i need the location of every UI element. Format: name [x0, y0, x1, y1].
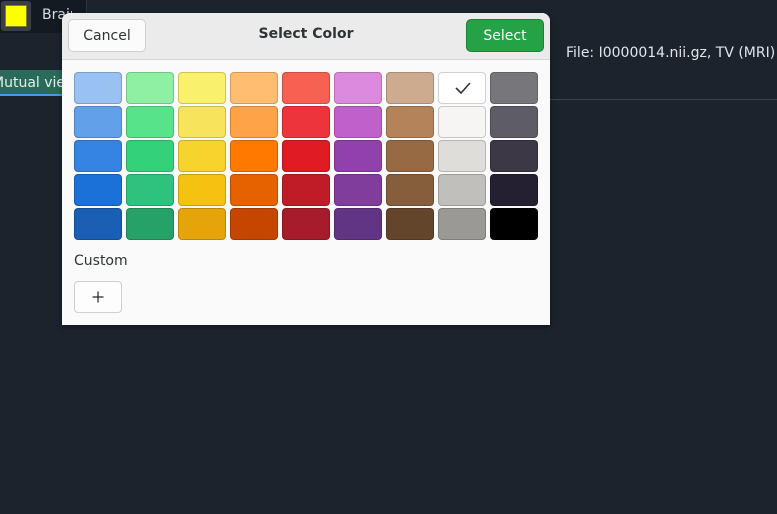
color-palette [74, 72, 538, 240]
color-swatch[interactable] [386, 106, 434, 138]
dialog-header: Cancel Select Color Select [62, 13, 550, 60]
color-swatch[interactable] [178, 140, 226, 172]
color-swatch[interactable] [74, 72, 122, 104]
tab-mutual-view[interactable]: Mutual view [0, 70, 64, 96]
color-swatch[interactable] [438, 174, 486, 206]
color-swatch[interactable] [490, 106, 538, 138]
color-swatch[interactable] [490, 208, 538, 240]
divider [550, 99, 777, 100]
color-swatch[interactable] [334, 106, 382, 138]
color-swatch[interactable] [282, 174, 330, 206]
color-swatch[interactable] [490, 140, 538, 172]
color-swatch[interactable] [74, 140, 122, 172]
color-swatch[interactable] [178, 208, 226, 240]
color-swatch[interactable] [230, 72, 278, 104]
color-swatch[interactable] [386, 72, 434, 104]
color-swatch[interactable] [74, 106, 122, 138]
label-color-button[interactable] [1, 1, 31, 31]
color-swatch[interactable] [334, 208, 382, 240]
custom-section-label: Custom [74, 253, 128, 269]
color-swatch[interactable] [282, 106, 330, 138]
color-swatch[interactable] [126, 72, 174, 104]
color-swatch[interactable] [282, 140, 330, 172]
color-swatch[interactable] [282, 208, 330, 240]
color-swatch[interactable] [386, 208, 434, 240]
color-swatch[interactable] [334, 174, 382, 206]
color-swatch[interactable] [334, 72, 382, 104]
color-swatch[interactable] [126, 140, 174, 172]
cancel-button[interactable]: Cancel [68, 19, 146, 52]
color-swatch[interactable] [438, 140, 486, 172]
dialog-title: Select Color [258, 26, 354, 42]
color-swatch[interactable] [230, 174, 278, 206]
color-swatch[interactable] [74, 208, 122, 240]
color-swatch[interactable] [438, 208, 486, 240]
color-swatch[interactable] [74, 174, 122, 206]
color-swatch[interactable] [386, 140, 434, 172]
color-swatch-selected[interactable] [438, 72, 486, 104]
color-swatch[interactable] [334, 140, 382, 172]
plus-icon [92, 291, 104, 303]
color-swatch[interactable] [126, 106, 174, 138]
color-swatch[interactable] [178, 174, 226, 206]
color-swatch[interactable] [230, 208, 278, 240]
color-swatch[interactable] [282, 72, 330, 104]
color-swatch[interactable] [126, 174, 174, 206]
color-swatch[interactable] [178, 72, 226, 104]
color-swatch[interactable] [230, 140, 278, 172]
file-info-text: File: I0000014.nii.gz, TV (MRI) : 0 [566, 45, 777, 61]
add-custom-color-button[interactable] [74, 281, 122, 313]
select-button[interactable]: Select [466, 19, 544, 52]
color-swatch[interactable] [126, 208, 174, 240]
color-swatch[interactable] [178, 106, 226, 138]
color-swatch[interactable] [490, 174, 538, 206]
checkmark-icon [455, 82, 471, 95]
color-swatch[interactable] [230, 106, 278, 138]
color-swatch[interactable] [490, 72, 538, 104]
label-color-swatch [5, 5, 27, 27]
color-swatch[interactable] [438, 106, 486, 138]
select-color-dialog: Cancel Select Color Select Custom [62, 13, 550, 325]
color-swatch[interactable] [386, 174, 434, 206]
